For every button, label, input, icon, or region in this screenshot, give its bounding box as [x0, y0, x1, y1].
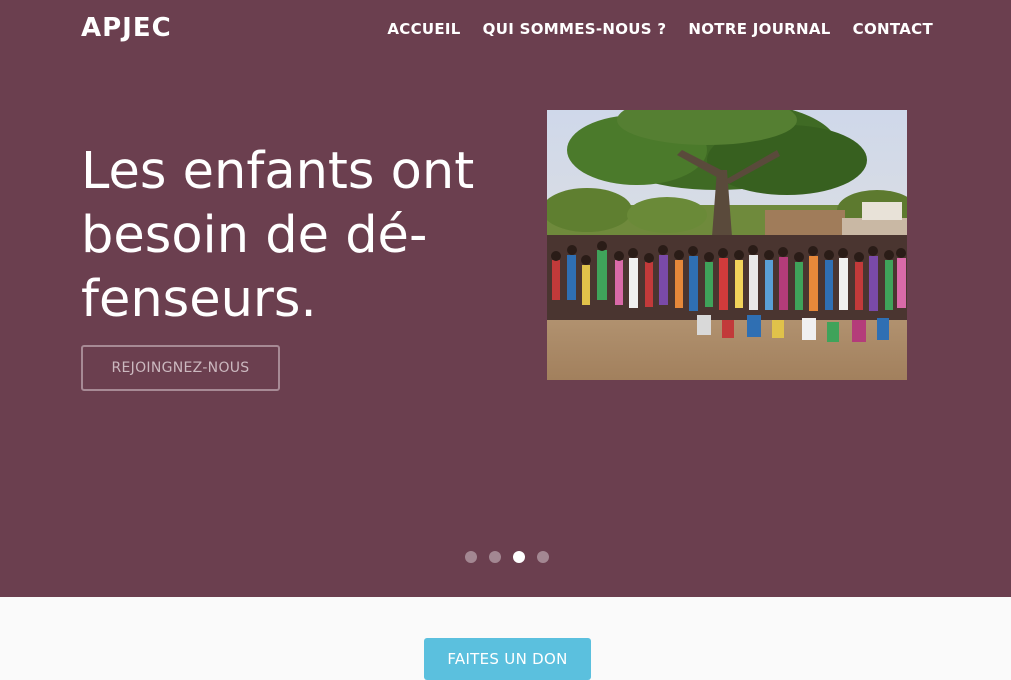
- donate-button[interactable]: FAITES UN DON: [424, 638, 591, 680]
- hero-photo-children-under-tree: [547, 110, 907, 380]
- join-us-button[interactable]: REJOINGNEZ-NOUS: [81, 345, 280, 391]
- nav-item-notre-journal[interactable]: NOTRE JOURNAL: [688, 18, 830, 40]
- nav-item-contact[interactable]: CONTACT: [853, 18, 933, 40]
- slider-dot-2[interactable]: [489, 551, 501, 563]
- site-logo[interactable]: APJEC: [81, 12, 172, 44]
- slider-pagination: [465, 551, 549, 563]
- slider-dot-1[interactable]: [465, 551, 477, 563]
- nav-item-accueil[interactable]: ACCUEIL: [387, 18, 460, 40]
- nav-item-qui-sommes-nous[interactable]: QUI SOMMES-NOUS ?: [483, 18, 667, 40]
- slider-dot-3-active[interactable]: [513, 551, 525, 563]
- slider-dot-4[interactable]: [537, 551, 549, 563]
- hero-section: APJEC ACCUEIL QUI SOMMES-NOUS ? NOTRE JO…: [0, 0, 1011, 597]
- hero-headline: Les enfants ont besoin de dé-fenseurs.: [81, 142, 475, 329]
- main-nav: ACCUEIL QUI SOMMES-NOUS ? NOTRE JOURNAL …: [387, 18, 933, 40]
